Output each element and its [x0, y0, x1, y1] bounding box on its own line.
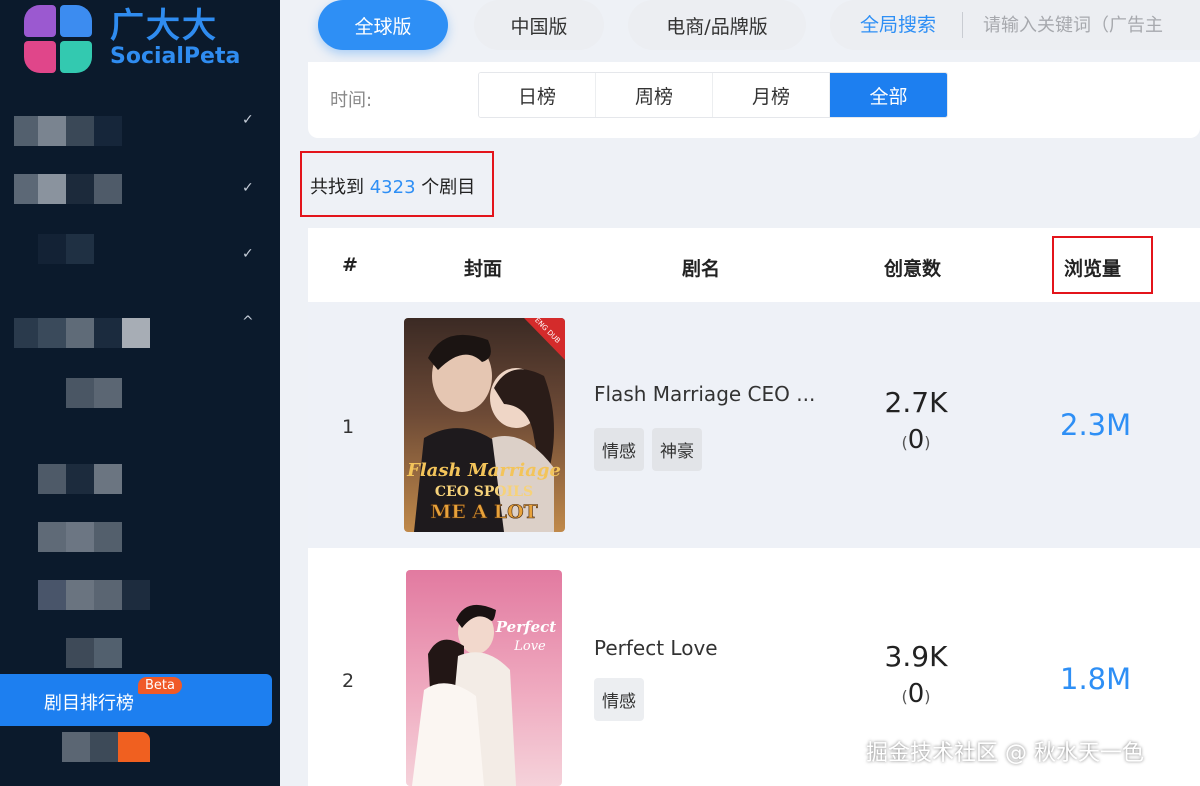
sidebar-chevron-3: ✓: [242, 246, 254, 262]
sidebar-item-blurred-1[interactable]: [0, 116, 240, 146]
top-bar: 全球版 中国版 电商/品牌版 全局搜索: [280, 0, 1200, 60]
sidebar-chevron-up: ^: [242, 314, 254, 330]
creatives-total: 2.7K: [884, 386, 948, 419]
sidebar-item-drama-ranking[interactable]: 剧目排行榜 Beta: [0, 674, 272, 726]
svg-text:Love: Love: [513, 639, 546, 654]
sidebar-group-blurred[interactable]: [0, 318, 240, 348]
svg-text:ME A LOT: ME A LOT: [430, 501, 538, 523]
time-filter-label: 时间:: [330, 90, 373, 111]
sidebar-chevron-1: ✓: [242, 112, 254, 128]
header-rank: #: [342, 254, 358, 276]
search-scope-button[interactable]: 全局搜索: [830, 12, 964, 38]
tag-list: 情感 神豪: [594, 428, 702, 471]
tab-china[interactable]: 中国版: [474, 0, 604, 50]
time-option-monthly[interactable]: 月榜: [713, 73, 830, 117]
brand-logo[interactable]: 广大大 SocialPeta: [22, 0, 240, 78]
svg-text:Perfect: Perfect: [495, 618, 556, 636]
row-rank: 2: [342, 670, 355, 692]
tab-ecommerce-brand[interactable]: 电商/品牌版: [628, 0, 806, 50]
tab-global[interactable]: 全球版: [318, 0, 448, 50]
drama-title[interactable]: Flash Marriage CEO ...: [594, 382, 815, 406]
drama-ranking-table: # 封面 剧名 创意数 浏览量 1 ENG DUB Flash Marriage…: [308, 228, 1200, 786]
drama-cover-perfect-love[interactable]: Perfect Love: [406, 570, 562, 786]
tag[interactable]: 神豪: [652, 428, 702, 471]
sidebar-subitem-blurred-4[interactable]: [0, 580, 240, 610]
views-count: 1.8M: [1060, 662, 1132, 696]
time-filter-card: 时间: 日榜 周榜 月榜 全部: [308, 62, 1200, 138]
result-count-number: 4323: [369, 177, 416, 198]
result-count: 共找到 4323 个剧目: [310, 177, 476, 198]
brand-name-cn: 广大大: [110, 6, 218, 46]
creatives-count: 2.7K (0): [884, 386, 948, 455]
sidebar: 广大大 SocialPeta ✓ ✓ ✓ ^ 剧目排行榜 Beta: [0, 0, 280, 786]
tag-list: 情感: [594, 678, 644, 721]
beta-badge: Beta: [138, 677, 182, 694]
time-segmented-control: 日榜 周榜 月榜 全部: [478, 72, 948, 118]
header-creatives[interactable]: 创意数: [884, 254, 941, 281]
svg-text:CEO SPOILS: CEO SPOILS: [435, 484, 533, 500]
sidebar-item-label: 剧目排行榜: [44, 693, 134, 714]
sidebar-item-blurred-2[interactable]: [0, 174, 240, 204]
time-option-all[interactable]: 全部: [830, 73, 947, 117]
search-input[interactable]: [963, 14, 1200, 36]
drama-title[interactable]: Perfect Love: [594, 636, 718, 660]
creatives-total: 3.9K: [884, 640, 948, 673]
creatives-count: 3.9K (0): [884, 640, 948, 709]
creatives-new: 0: [907, 425, 925, 455]
tag[interactable]: 情感: [594, 678, 644, 721]
watermark: 掘金技术社区 @ 秋水天一色: [866, 741, 1144, 766]
sidebar-chevron-2: ✓: [242, 180, 254, 196]
header-views[interactable]: 浏览量: [1064, 254, 1121, 281]
socialpeta-logo-icon: [22, 3, 94, 75]
global-search-bar: 全局搜索: [830, 0, 1200, 50]
sidebar-item-blurred-3[interactable]: [0, 234, 240, 264]
time-option-daily[interactable]: 日榜: [479, 73, 596, 117]
drama-cover-flash-marriage[interactable]: ENG DUB Flash Marriage CEO SPOILS ME A L…: [404, 318, 565, 532]
table-row[interactable]: 1 ENG DUB Flash Marriage CEO SPOILS ME A…: [308, 302, 1200, 548]
table-header: # 封面 剧名 创意数 浏览量: [308, 228, 1200, 302]
sidebar-subitem-blurred-2[interactable]: [0, 464, 240, 494]
sidebar-subitem-blurred-5[interactable]: [0, 638, 240, 668]
sidebar-subitem-blurred-3[interactable]: [0, 522, 240, 552]
sidebar-subitem-blurred-1[interactable]: [0, 378, 240, 408]
views-count: 2.3M: [1060, 408, 1132, 442]
time-option-weekly[interactable]: 周榜: [596, 73, 713, 117]
brand-name-en: SocialPeta: [110, 44, 241, 69]
tag[interactable]: 情感: [594, 428, 644, 471]
sidebar-subitem-blurred-6[interactable]: [0, 732, 240, 762]
result-count-highlight: 共找到 4323 个剧目: [300, 151, 494, 217]
creatives-new: 0: [907, 679, 925, 709]
row-rank: 1: [342, 416, 355, 438]
header-cover: 封面: [464, 258, 503, 280]
header-title: 剧名: [682, 258, 721, 280]
svg-text:Flash Marriage: Flash Marriage: [406, 460, 561, 481]
